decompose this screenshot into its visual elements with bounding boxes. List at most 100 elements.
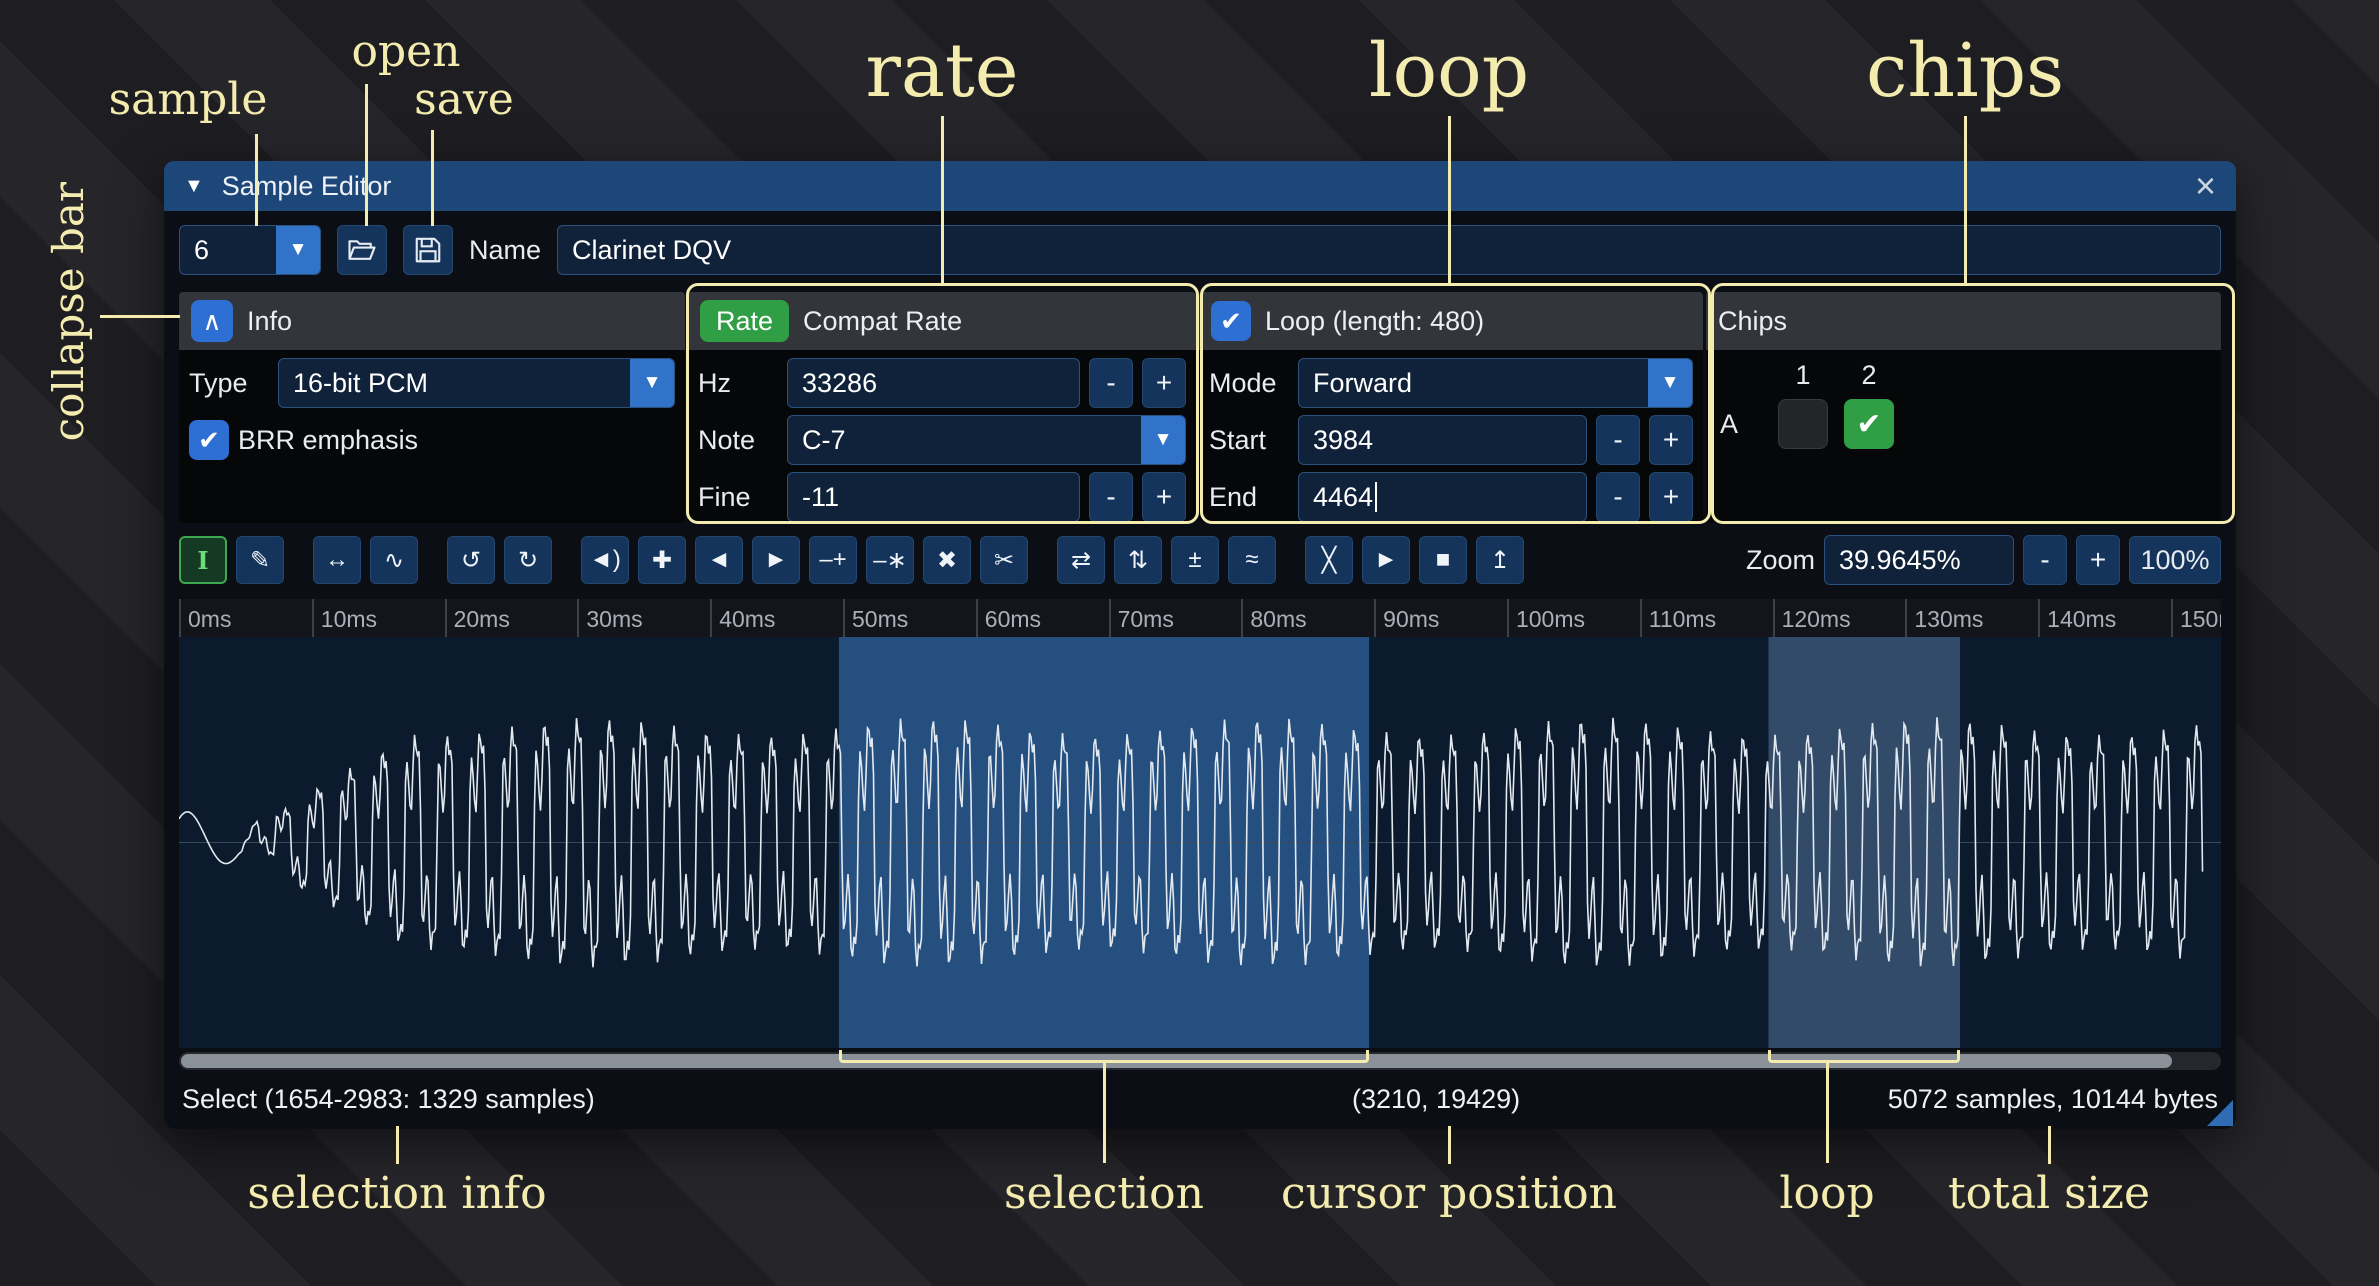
import-icon: ↥ bbox=[1490, 546, 1510, 575]
toolbar-button-preview[interactable]: ► bbox=[1362, 536, 1410, 584]
loop-start-input[interactable]: 3984 bbox=[1298, 415, 1587, 465]
ruler-tick: 70ms bbox=[1109, 599, 1242, 637]
loop-panel-header: ✔ Loop (length: 480) bbox=[1199, 292, 1703, 350]
normalize-icon: ✚ bbox=[652, 546, 672, 575]
toolbar-button-resize[interactable]: ↔ bbox=[313, 536, 361, 584]
loop-end-increment-button[interactable]: + bbox=[1649, 472, 1693, 522]
sample-editor-window: ▼ Sample Editor × 6 ▼ bbox=[164, 161, 2236, 1129]
note-dropdown[interactable]: C-7 ▼ bbox=[787, 415, 1186, 465]
loop-mode-dropdown-icon[interactable]: ▼ bbox=[1648, 359, 1692, 407]
toolbar-button-undo[interactable]: ↺ bbox=[447, 536, 495, 584]
toolbar-button-stop-preview[interactable]: ■ bbox=[1419, 536, 1467, 584]
toolbar-button-delete[interactable]: ✖ bbox=[923, 536, 971, 584]
sample-selector-value: 6 bbox=[194, 235, 209, 266]
open-button[interactable] bbox=[337, 225, 387, 275]
save-button[interactable] bbox=[403, 225, 453, 275]
zoom-in-button[interactable]: + bbox=[2076, 535, 2120, 585]
zoom-out-button[interactable]: - bbox=[2023, 535, 2067, 585]
time-ruler[interactable]: 0ms10ms20ms30ms40ms50ms60ms70ms80ms90ms1… bbox=[179, 599, 2221, 637]
loop-mode-dropdown[interactable]: Forward ▼ bbox=[1298, 358, 1693, 408]
sample-selector-dropdown-icon[interactable]: ▼ bbox=[276, 226, 320, 274]
toolbar-button-insert-silence[interactable]: –+ bbox=[809, 536, 857, 584]
delete-icon: ✖ bbox=[937, 546, 957, 575]
toolbar-button-normalize[interactable]: ✚ bbox=[638, 536, 686, 584]
toolbar-button-import[interactable]: ↥ bbox=[1476, 536, 1524, 584]
hz-input[interactable]: 33286 bbox=[787, 358, 1080, 408]
waveform-display[interactable] bbox=[179, 637, 2221, 1048]
toolbar-button-sign-invert[interactable]: ± bbox=[1171, 536, 1219, 584]
rate-badge-button[interactable]: Rate bbox=[700, 300, 789, 342]
annotation-save-line bbox=[431, 130, 434, 226]
chips-panel-title: Chips bbox=[1718, 306, 1787, 337]
fine-increment-button[interactable]: + bbox=[1142, 472, 1186, 522]
close-icon[interactable]: × bbox=[2195, 168, 2216, 204]
loop-start-decrement-button[interactable]: - bbox=[1596, 415, 1640, 465]
annotation-loop-bottom: loop bbox=[1779, 1168, 1874, 1219]
loop-start-label: Start bbox=[1209, 425, 1289, 456]
titlebar[interactable]: ▼ Sample Editor × bbox=[164, 161, 2236, 211]
toolbar-button-invert[interactable]: ⇅ bbox=[1114, 536, 1162, 584]
toolbar-button-redo[interactable]: ↻ bbox=[504, 536, 552, 584]
toolbar-button-reverse[interactable]: ⇄ bbox=[1057, 536, 1105, 584]
insert-silence-icon: –+ bbox=[819, 546, 846, 574]
fine-decrement-button[interactable]: - bbox=[1089, 472, 1133, 522]
note-dropdown-icon[interactable]: ▼ bbox=[1141, 416, 1185, 464]
annotation-sample-line bbox=[255, 134, 258, 226]
toolbar-button-fade-out[interactable]: ► bbox=[752, 536, 800, 584]
sample-selector[interactable]: 6 ▼ bbox=[179, 225, 321, 275]
chip-row-a-label: A bbox=[1720, 409, 1762, 440]
annotation-collapse-bar: collapse bar bbox=[44, 182, 93, 441]
type-dropdown-icon[interactable]: ▼ bbox=[630, 359, 674, 407]
stop-preview-icon: ■ bbox=[1436, 546, 1451, 574]
ruler-tick: 100ms bbox=[1507, 599, 1640, 637]
loop-end-decrement-button[interactable]: - bbox=[1596, 472, 1640, 522]
toolbar-button-draw[interactable]: ✎ bbox=[236, 536, 284, 584]
invert-icon: ⇅ bbox=[1128, 546, 1148, 575]
toolbar-button-select[interactable]: I bbox=[179, 536, 227, 584]
toolbar-button-amplify[interactable]: ◄) bbox=[581, 536, 629, 584]
annotation-loop-bottom-line bbox=[1826, 1063, 1829, 1163]
annotation-rate-line bbox=[941, 116, 944, 283]
loop-start-increment-button[interactable]: + bbox=[1649, 415, 1693, 465]
zoom-input-value: 39.9645% bbox=[1839, 545, 1961, 576]
annotation-cursor-position: cursor position bbox=[1281, 1168, 1617, 1219]
loop-enabled-checkbox[interactable]: ✔ bbox=[1211, 301, 1251, 341]
hz-increment-button[interactable]: + bbox=[1142, 358, 1186, 408]
name-input[interactable]: Clarinet DQV bbox=[557, 225, 2221, 275]
rate-panel: Rate Compat Rate Hz 33286 - + Note bbox=[688, 292, 1196, 523]
loop-bracket bbox=[1768, 1050, 1960, 1063]
annotation-selection-info: selection info bbox=[247, 1168, 546, 1219]
annotation-save: save bbox=[414, 74, 514, 125]
type-dropdown[interactable]: 16-bit PCM ▼ bbox=[278, 358, 675, 408]
brr-emphasis-checkbox[interactable]: ✔ bbox=[189, 420, 229, 460]
chip-a-2-checkbox[interactable]: ✔ bbox=[1844, 399, 1894, 449]
annotation-chips-line bbox=[1964, 116, 1967, 283]
toolbar-button-crossfade-loop[interactable]: ╳ bbox=[1305, 536, 1353, 584]
ruler-tick: 20ms bbox=[445, 599, 578, 637]
ruler-tick: 30ms bbox=[577, 599, 710, 637]
fine-input[interactable]: -11 bbox=[787, 472, 1080, 522]
ruler-tick: 130ms bbox=[1905, 599, 2038, 637]
toolbar-button-filter[interactable]: ≈ bbox=[1228, 536, 1276, 584]
toolbar-button-trim[interactable]: ✂ bbox=[980, 536, 1028, 584]
window-collapse-icon[interactable]: ▼ bbox=[184, 175, 204, 198]
toolbar-button-resample[interactable]: ∿ bbox=[370, 536, 418, 584]
ruler-tick: 60ms bbox=[976, 599, 1109, 637]
reverse-icon: ⇄ bbox=[1071, 546, 1091, 575]
zoom-reset-button[interactable]: 100% bbox=[2129, 536, 2221, 584]
preview-icon: ► bbox=[1374, 546, 1398, 574]
hz-decrement-button[interactable]: - bbox=[1089, 358, 1133, 408]
loop-end-input[interactable]: 4464 bbox=[1298, 472, 1587, 522]
chip-a-1-checkbox[interactable] bbox=[1778, 399, 1828, 449]
annotation-selection-info-line bbox=[396, 1126, 399, 1164]
resize-grip[interactable] bbox=[2207, 1100, 2233, 1126]
ruler-tick: 110ms bbox=[1640, 599, 1773, 637]
toolbar-button-apply-silence[interactable]: –∗ bbox=[866, 536, 914, 584]
toolbar-button-fade-in[interactable]: ◄ bbox=[695, 536, 743, 584]
collapse-bar-button[interactable]: ∧ bbox=[191, 300, 233, 342]
annotation-open: open bbox=[351, 26, 460, 77]
ruler-tick: 10ms bbox=[312, 599, 445, 637]
chips-panel-header: Chips bbox=[1706, 292, 2221, 350]
fine-label: Fine bbox=[698, 482, 778, 513]
zoom-input[interactable]: 39.9645% bbox=[1824, 535, 2014, 585]
